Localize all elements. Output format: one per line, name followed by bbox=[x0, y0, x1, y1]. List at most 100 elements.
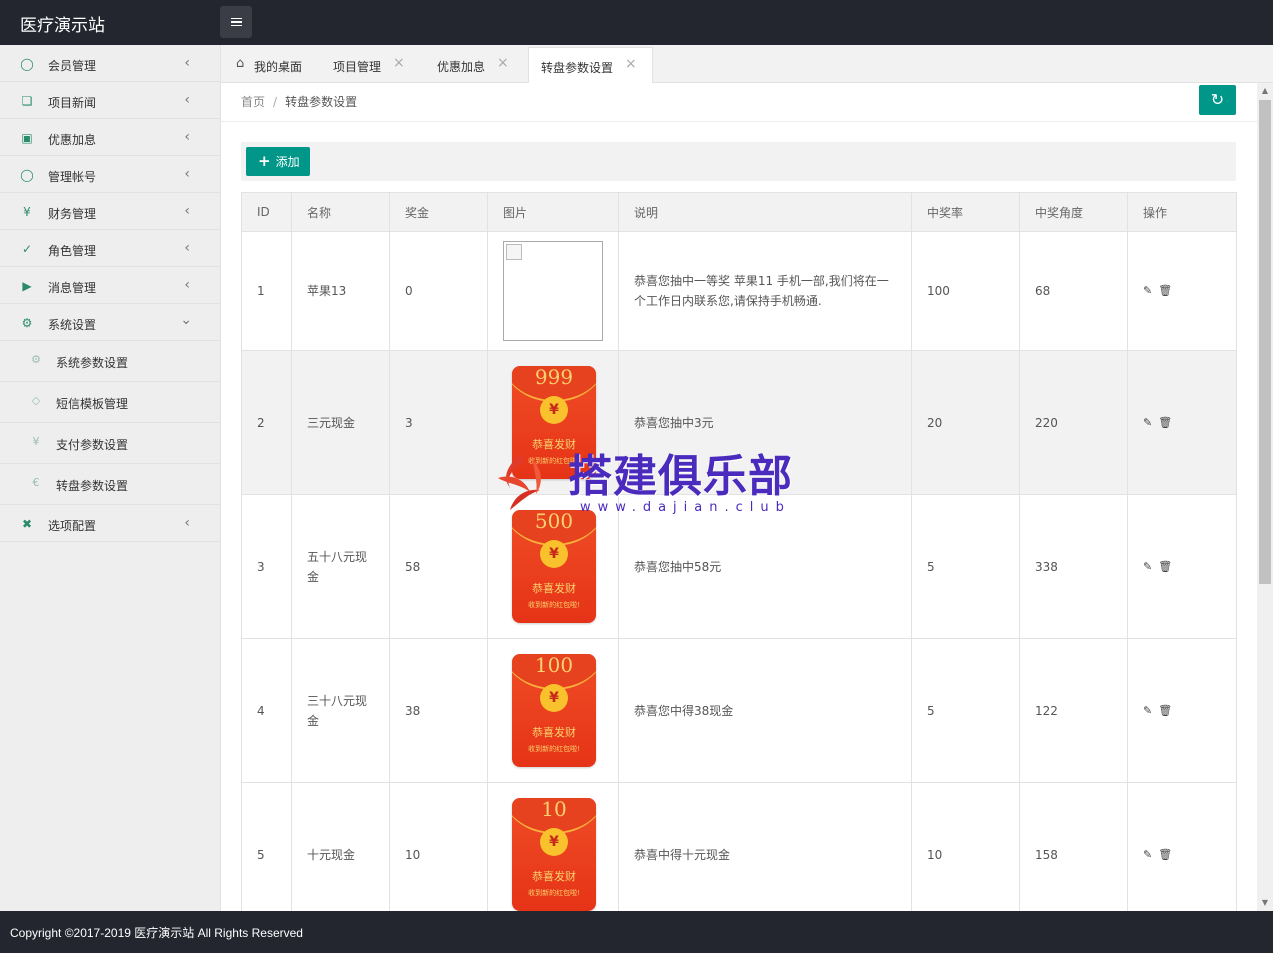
cell-id: 5 bbox=[241, 782, 292, 911]
trash-icon[interactable]: 🗑 bbox=[1158, 281, 1172, 301]
sidebar-item-finance[interactable]: ¥ 财务管理 ‹ bbox=[0, 193, 220, 230]
divider bbox=[221, 121, 1257, 122]
cell-angle: 122 bbox=[1019, 638, 1128, 783]
tab-promotions[interactable]: 优惠加息 × bbox=[437, 47, 527, 83]
sidebar-item-accounts[interactable]: ◯ 管理帐号 ‹ bbox=[0, 156, 220, 193]
sidebar-item-label: 优惠加息 bbox=[48, 133, 97, 147]
cell-image: 500 ¥ 恭喜发财 收到新的红包啦! bbox=[487, 494, 619, 639]
cell-image bbox=[487, 231, 619, 351]
sidebar-subitem-sms-templates[interactable]: ◇ 短信模板管理 bbox=[0, 382, 220, 423]
hamburger-icon bbox=[230, 17, 242, 20]
trash-icon[interactable]: 🗑 bbox=[1158, 557, 1172, 577]
trash-icon[interactable]: 🗑 bbox=[1158, 701, 1172, 721]
add-button[interactable]: + 添加 bbox=[246, 147, 310, 176]
yen-coin-icon: ¥ bbox=[540, 396, 568, 424]
cell-rate: 20 bbox=[911, 350, 1020, 495]
table-row: 5 十元现金 10 10 ¥ 恭喜发财 收到新的红包啦! 恭喜中得十元现金 10… bbox=[241, 782, 1237, 911]
sidebar-item-label: 管理帐号 bbox=[48, 170, 97, 184]
chevron-left-icon: ‹ bbox=[184, 277, 190, 293]
tab-wheel-params[interactable]: 转盘参数设置 × bbox=[528, 47, 653, 84]
chevron-left-icon: ‹ bbox=[184, 515, 190, 531]
cell-image: 10 ¥ 恭喜发财 收到新的红包啦! bbox=[487, 782, 619, 911]
column-header: 图片 bbox=[487, 192, 619, 232]
sidebar-subitem-label: 短信模板管理 bbox=[56, 397, 129, 411]
chevron-down-icon: ⌄ bbox=[180, 312, 192, 328]
envelope-amount: 100 bbox=[534, 654, 574, 677]
close-icon[interactable]: × bbox=[497, 55, 509, 71]
edit-icon[interactable]: ✎ bbox=[1143, 413, 1152, 433]
sidebar-item-options[interactable]: ✖ 选项配置 ‹ bbox=[0, 505, 220, 542]
envelope-subtitle: 收到新的红包啦! bbox=[528, 457, 580, 465]
envelope-subtitle: 收到新的红包啦! bbox=[528, 889, 580, 897]
yen-coin-icon: ¥ bbox=[540, 540, 568, 568]
table-row: 2 三元现金 3 999 ¥ 恭喜发财 收到新的红包啦! 恭喜您抽中3元 20 … bbox=[241, 350, 1237, 495]
breadcrumb-separator: / bbox=[273, 95, 278, 109]
sidebar-item-messages[interactable]: ▶ 消息管理 ‹ bbox=[0, 267, 220, 304]
brand-title: 医疗演示站 bbox=[20, 16, 105, 36]
sidebar-item-promotions[interactable]: ▣ 优惠加息 ‹ bbox=[0, 119, 220, 156]
rmb-icon: € bbox=[32, 476, 40, 489]
top-bar: 医疗演示站 bbox=[0, 0, 1273, 45]
scroll-down-arrow-icon[interactable]: ▼ bbox=[1257, 895, 1273, 911]
cell-rate: 5 bbox=[911, 638, 1020, 783]
gear-icon: ⚙ bbox=[31, 353, 41, 366]
refresh-button[interactable]: ↻ bbox=[1199, 85, 1236, 115]
breadcrumb-home[interactable]: 首页 bbox=[241, 95, 265, 109]
trash-icon[interactable]: 🗑 bbox=[1158, 413, 1172, 433]
edit-icon[interactable]: ✎ bbox=[1143, 557, 1152, 577]
cell-description: 恭喜您抽中3元 bbox=[618, 350, 912, 495]
sidebar-subitem-label: 转盘参数设置 bbox=[56, 479, 129, 493]
scrollbar-thumb[interactable] bbox=[1259, 100, 1271, 584]
envelope-amount: 10 bbox=[541, 798, 567, 821]
sidebar-subitem-wheel-params[interactable]: € 转盘参数设置 bbox=[0, 464, 220, 505]
cell-name: 苹果13 bbox=[291, 231, 390, 351]
vertical-scrollbar[interactable]: ▲ ▼ bbox=[1257, 83, 1273, 911]
column-header: ID bbox=[241, 192, 292, 232]
sidebar-item-roles[interactable]: ✓ 角色管理 ‹ bbox=[0, 230, 220, 267]
table-row: 4 三十八元现金 38 100 ¥ 恭喜发财 收到新的红包啦! 恭喜您中得38现… bbox=[241, 638, 1237, 783]
cell-image: 999 ¥ 恭喜发财 收到新的红包啦! bbox=[487, 350, 619, 495]
toolbar: + 添加 bbox=[241, 142, 1236, 181]
menu-toggle-button[interactable] bbox=[220, 6, 252, 38]
tab-my-desktop[interactable]: ⌂ 我的桌面 bbox=[236, 47, 331, 83]
gear-icon: ⚙ bbox=[21, 316, 33, 330]
column-header: 名称 bbox=[291, 192, 390, 232]
cell-name: 三元现金 bbox=[291, 350, 390, 495]
cell-id: 3 bbox=[241, 494, 292, 639]
cell-description: 恭喜中得十元现金 bbox=[618, 782, 912, 911]
envelope-amount: 999 bbox=[534, 366, 574, 389]
sidebar: ◯ 会员管理 ‹ ❏ 项目新闻 ‹ ▣ 优惠加息 ‹ ◯ 管理帐号 ‹ ¥ 财务… bbox=[0, 45, 221, 911]
trash-icon[interactable]: 🗑 bbox=[1158, 845, 1172, 865]
sidebar-item-system-settings[interactable]: ⚙ 系统设置 ⌄ bbox=[0, 304, 220, 341]
column-header: 中奖角度 bbox=[1019, 192, 1128, 232]
edit-icon[interactable]: ✎ bbox=[1143, 845, 1152, 865]
sidebar-item-news[interactable]: ❏ 项目新闻 ‹ bbox=[0, 82, 220, 119]
prize-table: ID 名称 奖金 图片 说明 中奖率 中奖角度 操作 1 苹果13 0 恭喜您抽… bbox=[241, 192, 1237, 911]
cell-description: 恭喜您中得38现金 bbox=[618, 638, 912, 783]
sidebar-item-members[interactable]: ◯ 会员管理 ‹ bbox=[0, 45, 220, 82]
sidebar-item-label: 系统设置 bbox=[48, 318, 97, 332]
column-header: 说明 bbox=[618, 192, 912, 232]
chevron-left-icon: ‹ bbox=[184, 166, 190, 182]
footer: Copyright ©2017-2019 医疗演示站 All Rights Re… bbox=[0, 911, 1273, 953]
cell-angle: 338 bbox=[1019, 494, 1128, 639]
cell-actions: ✎ 🗑 bbox=[1127, 638, 1237, 783]
close-icon[interactable]: × bbox=[625, 56, 637, 72]
cell-bonus: 0 bbox=[389, 231, 488, 351]
plus-icon: + bbox=[258, 152, 271, 170]
red-envelope-image: 10 ¥ 恭喜发财 收到新的红包啦! bbox=[512, 798, 596, 911]
sidebar-subitem-payment-params[interactable]: ¥ 支付参数设置 bbox=[0, 423, 220, 464]
sidebar-subitem-label: 支付参数设置 bbox=[56, 438, 129, 452]
edit-icon[interactable]: ✎ bbox=[1143, 281, 1152, 301]
close-icon[interactable]: × bbox=[393, 55, 405, 71]
table-row: 1 苹果13 0 恭喜您抽中一等奖 苹果11 手机一部,我们将在一个工作日内联系… bbox=[241, 231, 1237, 351]
sidebar-subitem-system-params[interactable]: ⚙ 系统参数设置 bbox=[0, 341, 220, 382]
red-envelope-image: 999 ¥ 恭喜发财 收到新的红包啦! bbox=[512, 366, 596, 479]
sidebar-subitem-label: 系统参数设置 bbox=[56, 356, 129, 370]
scroll-up-arrow-icon[interactable]: ▲ bbox=[1257, 83, 1273, 99]
chevron-left-icon: ‹ bbox=[184, 203, 190, 219]
edit-icon[interactable]: ✎ bbox=[1143, 701, 1152, 721]
tab-label: 转盘参数设置 bbox=[541, 61, 614, 75]
tab-project-management[interactable]: 项目管理 × bbox=[333, 47, 423, 83]
cell-bonus: 38 bbox=[389, 638, 488, 783]
